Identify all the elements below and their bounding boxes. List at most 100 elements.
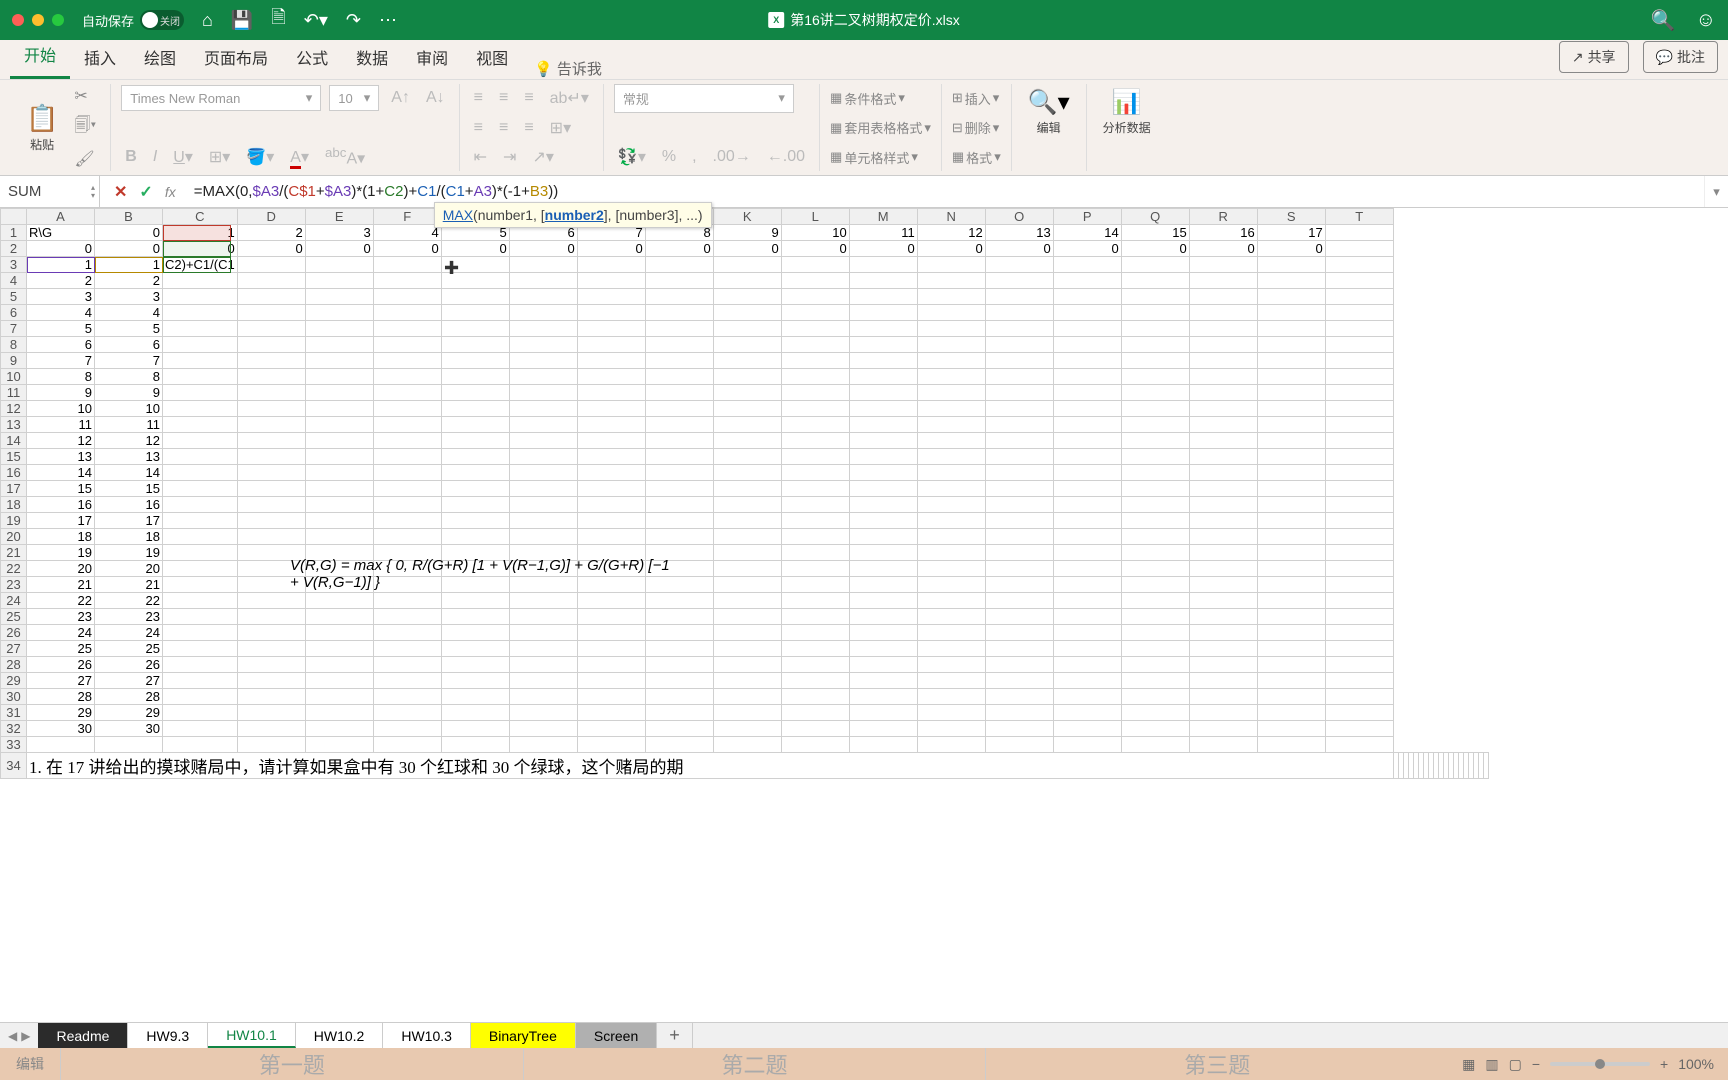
cell-D32[interactable] [237,721,305,737]
cell-I29[interactable] [577,673,645,689]
cell-S2[interactable]: 0 [1257,241,1325,257]
cell-A24[interactable]: 22 [27,593,95,609]
cell-E13[interactable] [305,417,373,433]
cell-A6[interactable]: 4 [27,305,95,321]
cell-J19[interactable] [645,513,713,529]
cell-H19[interactable] [509,513,577,529]
cell-F28[interactable] [373,657,441,673]
row-header-6[interactable]: 6 [1,305,27,321]
font-color-button[interactable]: A▾ [286,145,313,169]
cell-A20[interactable]: 18 [27,529,95,545]
cell-F10[interactable] [373,369,441,385]
cell-O13[interactable] [985,417,1053,433]
cell-F29[interactable] [373,673,441,689]
cell-A1[interactable]: R\G [27,225,95,241]
cell-A15[interactable]: 13 [27,449,95,465]
cell-C2[interactable]: 0 [163,241,238,257]
sheet-tab-Readme[interactable]: Readme [38,1023,128,1048]
cell-R1[interactable]: 16 [1189,225,1257,241]
home-icon[interactable]: ⌂ [202,10,213,31]
cell-F24[interactable] [373,593,441,609]
cell-G12[interactable] [441,401,509,417]
cell-L23[interactable] [781,577,849,593]
sheet-tab-HW10.2[interactable]: HW10.2 [296,1023,384,1048]
cell-E26[interactable] [305,625,373,641]
cell-L16[interactable] [781,465,849,481]
spreadsheet-grid[interactable]: ABCDEFGHIJKLMNOPQRST 1R\G012345678910111… [0,208,1728,808]
cell-S4[interactable] [1257,273,1325,289]
cell-H7[interactable] [509,321,577,337]
cell-K3[interactable] [713,257,781,273]
cell-T27[interactable] [1325,641,1393,657]
cell-L21[interactable] [781,545,849,561]
cell-E12[interactable] [305,401,373,417]
cell-T17[interactable] [1325,481,1393,497]
cell-H33[interactable] [509,737,577,753]
cell-L13[interactable] [781,417,849,433]
cell-L7[interactable] [781,321,849,337]
cell-E16[interactable] [305,465,373,481]
cell-M7[interactable] [849,321,917,337]
cell-O18[interactable] [985,497,1053,513]
cell-M20[interactable] [849,529,917,545]
cell-Q5[interactable] [1121,289,1189,305]
column-header-K[interactable]: K [713,209,781,225]
format-cells-button[interactable]: ▦格式▾ [952,143,1001,171]
cell-Q16[interactable] [1121,465,1189,481]
cell-M19[interactable] [849,513,917,529]
align-top-icon[interactable]: ≡ [470,87,487,109]
cell-B11[interactable]: 9 [95,385,163,401]
row-header-11[interactable]: 11 [1,385,27,401]
cell-E6[interactable] [305,305,373,321]
cell-R24[interactable] [1189,593,1257,609]
cell-G7[interactable] [441,321,509,337]
cell-G16[interactable] [441,465,509,481]
cell-B33[interactable] [95,737,163,753]
cell-P13[interactable] [1053,417,1121,433]
cell-Q14[interactable] [1121,433,1189,449]
cell-E30[interactable] [305,689,373,705]
cell-E33[interactable] [305,737,373,753]
cell-Q2[interactable]: 0 [1121,241,1189,257]
cell-A7[interactable]: 5 [27,321,95,337]
cell-L17[interactable] [781,481,849,497]
cell-S23[interactable] [1257,577,1325,593]
cell-R14[interactable] [1189,433,1257,449]
column-header-L[interactable]: L [781,209,849,225]
cell-P14[interactable] [1053,433,1121,449]
row-header-26[interactable]: 26 [1,625,27,641]
tab-review[interactable]: 审阅 [402,35,462,79]
cell-T12[interactable] [1325,401,1393,417]
column-header-D[interactable]: D [237,209,305,225]
cell-H24[interactable] [509,593,577,609]
cell-M17[interactable] [849,481,917,497]
cell-D11[interactable] [237,385,305,401]
cell-P25[interactable] [1053,609,1121,625]
cell-B20[interactable]: 18 [95,529,163,545]
cell-styles-button[interactable]: ▦单元格样式▾ [830,143,931,171]
cell-C13[interactable] [163,417,238,433]
cell-B9[interactable]: 7 [95,353,163,369]
cell-N31[interactable] [917,705,985,721]
cell-G9[interactable] [441,353,509,369]
cell-K25[interactable] [713,609,781,625]
cell-S12[interactable] [1257,401,1325,417]
cell-F14[interactable] [373,433,441,449]
sheet-tab-HW9.3[interactable]: HW9.3 [128,1023,208,1048]
cell-N10[interactable] [917,369,985,385]
cell-R25[interactable] [1189,609,1257,625]
cell-N2[interactable]: 0 [917,241,985,257]
cell-T7[interactable] [1325,321,1393,337]
cell-I6[interactable] [577,305,645,321]
cell-T23[interactable] [1325,577,1393,593]
cell-K9[interactable] [713,353,781,369]
cell-T25[interactable] [1325,609,1393,625]
cell-P6[interactable] [1053,305,1121,321]
cell-F31[interactable] [373,705,441,721]
comma-icon[interactable]: , [688,146,700,168]
cell-J18[interactable] [645,497,713,513]
cell-S18[interactable] [1257,497,1325,513]
cell-E29[interactable] [305,673,373,689]
cell-I14[interactable] [577,433,645,449]
cell-T11[interactable] [1325,385,1393,401]
